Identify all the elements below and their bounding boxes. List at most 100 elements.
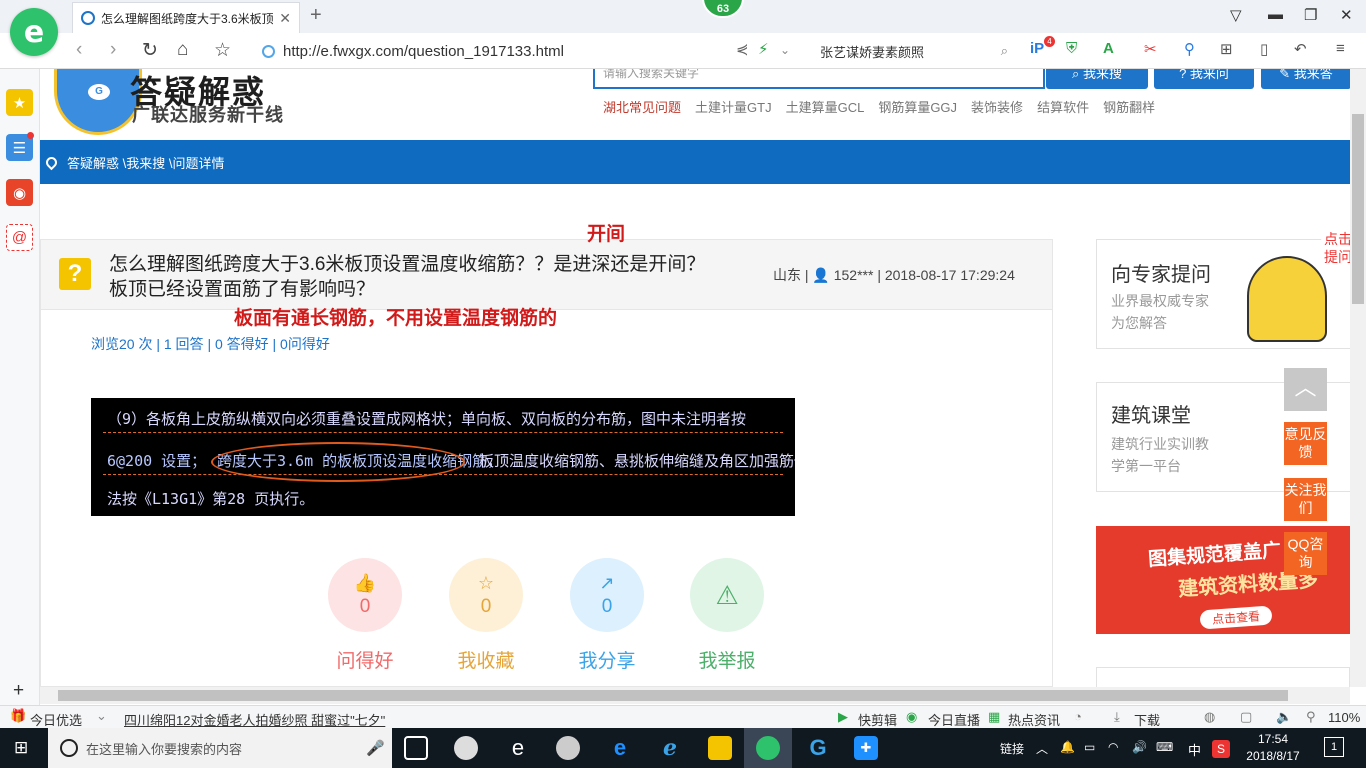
restore-icon[interactable]: ❐	[1304, 6, 1317, 24]
hot-link[interactable]: 土建计量GTJ	[695, 97, 772, 116]
undo-icon[interactable]: ↶	[1294, 40, 1307, 58]
zoom-level[interactable]: 110%	[1328, 710, 1360, 725]
like-circle[interactable]: 👍 0	[328, 558, 402, 632]
url-dropdown-icon[interactable]: ⌄	[780, 43, 790, 57]
horizontal-scroll-thumb[interactable]	[58, 690, 1288, 701]
taskbar-clock[interactable]: 17:54 2018/8/17	[1236, 731, 1310, 765]
close-window-icon[interactable]: ✕	[1340, 6, 1353, 24]
browser-tab-active[interactable]: 怎么理解图纸跨度大于3.6米板顶 ✕	[72, 2, 300, 33]
cad-drawing-image[interactable]: （9）各板角上皮筋纵横双向必须重叠设置成网格状；单向板、双向板的分布筋，图中未注…	[91, 398, 795, 516]
bookmark-star-icon[interactable]: ☆	[214, 39, 231, 62]
feedback-button[interactable]: 意见反馈	[1284, 422, 1327, 465]
edge-icon[interactable]: e	[608, 736, 632, 760]
cleanup-icon[interactable]: ◍	[1204, 709, 1215, 725]
flash-icon[interactable]: ⚡	[758, 40, 769, 58]
question-stats[interactable]: 浏览20 次 | 1 回答 | 0 答得好 | 0问得好	[91, 334, 330, 354]
sidebar-add-icon[interactable]: +	[13, 680, 24, 702]
window-icon[interactable]: ▢	[1240, 709, 1252, 725]
ask-expert-card[interactable]: 向专家提问 业界最权威专家 为您解答 点击提问	[1096, 226, 1350, 349]
hot-link[interactable]: 钢筋算量GGJ	[878, 97, 957, 116]
hot-link[interactable]: 结算软件	[1037, 97, 1089, 116]
microphone-icon[interactable]: 🎤	[366, 739, 385, 757]
share-circle[interactable]: ↗ 0	[570, 558, 644, 632]
sound-icon[interactable]: 🔈	[1276, 709, 1292, 725]
follow-us-button[interactable]: 关注我们	[1284, 478, 1327, 521]
browser-search-input[interactable]: 张艺谋娇妻素颜照 ⌕	[812, 40, 1008, 62]
apps-icon[interactable]: ⊞	[1220, 40, 1233, 58]
back-icon[interactable]: ‹	[76, 39, 82, 61]
weibo-icon[interactable]: ◉	[6, 179, 33, 206]
quick-edit[interactable]: 快剪辑	[858, 710, 897, 729]
scissors-icon[interactable]: ✂	[1144, 40, 1157, 58]
keyboard-icon[interactable]: ⌨	[1156, 740, 1173, 754]
translate-icon[interactable]: A	[1103, 40, 1114, 57]
vertical-scroll-thumb[interactable]	[1352, 114, 1364, 304]
magnifier-icon[interactable]: ⚲	[1184, 40, 1195, 58]
ime-indicator[interactable]: 中	[1188, 740, 1201, 759]
today-live[interactable]: 今日直播	[928, 710, 980, 729]
site-search-input[interactable]: 请输入搜索关键字	[593, 69, 1045, 89]
home-icon[interactable]: ⌂	[177, 39, 188, 61]
ie-e-icon[interactable]: e	[506, 736, 530, 760]
minimize-icon[interactable]: ▬	[1268, 6, 1283, 23]
favorite-button[interactable]: ☆ 0 我收藏	[449, 558, 523, 673]
report-button[interactable]: ⚠ 我举报	[690, 558, 764, 673]
pinwheel-app-icon[interactable]	[454, 736, 478, 760]
browser-logo[interactable]: e	[10, 8, 58, 56]
tray-expand-icon[interactable]: ︿	[1036, 740, 1048, 757]
qq-consult-button[interactable]: QQ咨询	[1284, 532, 1327, 575]
new-tab-button[interactable]: +	[310, 4, 322, 27]
ask-button[interactable]: ? 我来问	[1154, 69, 1254, 89]
address-bar[interactable]: http://e.fwxgx.com/question_1917133.html	[262, 40, 722, 62]
email-icon[interactable]: @	[6, 224, 33, 251]
file-explorer-icon[interactable]	[708, 736, 732, 760]
task-view-icon[interactable]	[404, 736, 428, 760]
g-app-icon[interactable]: G	[806, 736, 830, 760]
plus-app-icon[interactable]: ✚	[854, 736, 878, 760]
share-button[interactable]: ↗ 0 我分享	[570, 558, 644, 673]
favorites-icon[interactable]: ★	[6, 89, 33, 116]
battery-icon[interactable]: ▭	[1084, 740, 1095, 754]
taskbar-search[interactable]: 在这里输入你要搜索的内容	[48, 728, 392, 768]
today-picks[interactable]: 今日优选	[30, 710, 82, 729]
back-to-top-button[interactable]: ︿	[1284, 368, 1327, 411]
volume-icon[interactable]: 🔊	[1132, 740, 1147, 754]
search-button[interactable]: ⌕ 我来搜	[1046, 69, 1148, 89]
hot-news[interactable]: 热点资讯	[1008, 710, 1060, 729]
forward-icon[interactable]: ›	[110, 39, 116, 61]
breadcrumb[interactable]: 答疑解惑 \我来搜 \问题详情	[67, 153, 224, 172]
hot-link[interactable]: 土建算量GCL	[786, 97, 865, 116]
promo-button[interactable]: 点击查看	[1199, 605, 1273, 630]
refresh-icon[interactable]: ↻	[142, 39, 158, 62]
downloads[interactable]: 下载	[1134, 710, 1160, 729]
like-question-button[interactable]: 👍 0 问得好	[328, 558, 402, 673]
sogou-icon[interactable]: S	[1212, 740, 1230, 758]
news-ticker[interactable]: 四川绵阳12对金婚老人拍婚纱照 甜蜜过"七夕"	[124, 710, 385, 729]
speed-icon[interactable]: ◔	[1074, 709, 1082, 724]
hot-link[interactable]: 钢筋翻样	[1103, 97, 1155, 116]
search-icon[interactable]: ⌕	[1001, 43, 1008, 59]
wifi-icon[interactable]: ◠	[1108, 740, 1118, 754]
2345-browser-icon[interactable]	[756, 736, 780, 760]
menu-icon[interactable]: ≡	[1336, 40, 1345, 57]
share-icon[interactable]: ⋞	[736, 40, 749, 58]
hot-link[interactable]: 湖北常见问题	[603, 97, 681, 116]
click-to-ask-tag[interactable]: 点击提问	[1321, 226, 1350, 270]
shield-icon[interactable]: ⛨	[1066, 40, 1077, 57]
ie-icon[interactable]: ℯ	[658, 736, 682, 760]
tray-link-label[interactable]: 链接	[1000, 740, 1024, 757]
reader-icon[interactable]: ▯	[1260, 40, 1268, 58]
notification-center-icon[interactable]: 1	[1324, 737, 1344, 757]
picks-dropdown-icon[interactable]: ⌄	[96, 708, 107, 724]
start-icon[interactable]: ⊞	[14, 738, 28, 758]
tab-close-icon[interactable]: ✕	[279, 10, 291, 27]
ip-extension-icon[interactable]: iP	[1030, 40, 1044, 57]
favorite-circle[interactable]: ☆ 0	[449, 558, 523, 632]
report-circle[interactable]: ⚠	[690, 558, 764, 632]
browser-swirl-icon[interactable]	[556, 736, 580, 760]
tray-bell-icon[interactable]: 🔔	[1060, 740, 1075, 754]
hot-link[interactable]: 装饰装修	[971, 97, 1023, 116]
answer-button[interactable]: ✎ 我来答	[1261, 69, 1350, 89]
skin-icon[interactable]: ▽	[1230, 6, 1242, 24]
site-info-icon[interactable]	[262, 44, 275, 58]
